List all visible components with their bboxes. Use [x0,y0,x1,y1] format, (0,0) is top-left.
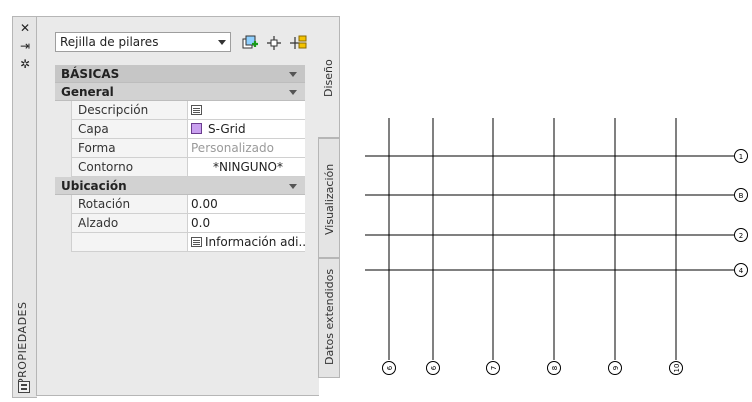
property-row-capa: Capa S-Grid [55,120,305,139]
object-type-value: Rejilla de pilares [60,35,159,49]
settings-icon[interactable]: ✲ [17,57,33,71]
grid-column-label: 6 [430,365,438,370]
close-icon[interactable]: ✕ [17,21,33,35]
collapse-caret-icon [289,72,297,77]
property-row-forma: Forma Personalizado [55,139,305,158]
property-value-alzado[interactable]: 0.0 [187,214,305,233]
section-ubicacion[interactable]: Ubicación [55,177,305,195]
property-grid: BÁSICAS General Descripción Capa S-Grid … [55,65,305,252]
grid-row-label: 2 [739,232,743,240]
palette-title-strip: ✕ ⇥ ✲ PROPIEDADES [12,16,37,398]
doc-icon [191,237,202,247]
additional-info-button[interactable]: Información adi... [187,233,305,252]
pickadd-icon[interactable] [265,34,283,52]
property-row-rotacion: Rotación 0.00 [55,195,305,214]
layer-color-swatch [191,123,202,134]
grid-column-label: 8 [551,366,559,370]
doc-icon[interactable] [191,105,202,115]
autohide-icon[interactable]: ⇥ [17,39,33,53]
property-row-alzado: Alzado 0.0 [55,214,305,233]
properties-panel-icon[interactable] [18,381,30,393]
grid-row-label: B [739,192,744,200]
grid-column-label: 10 [673,364,681,373]
grid-row-label: 4 [739,267,744,275]
property-row-descripcion: Descripción [55,101,305,120]
chevron-down-icon [218,40,226,45]
grid-column-label: 7 [490,366,498,370]
drawing-canvas[interactable]: 1 B 2 4 6 6 7 8 9 10 [340,0,752,402]
property-value-forma: Personalizado [187,139,305,158]
tab-visualizacion[interactable]: Visualización [318,138,340,258]
property-row-contorno: Contorno *NINGUNO* [55,158,305,177]
properties-panel: Rejilla de pilares BÁSICAS General Descr… [36,16,319,396]
tab-diseno[interactable]: Diseño [318,16,340,138]
tab-datos-extendidos[interactable]: Datos extendidos [318,258,340,378]
grid-column-label: 6 [386,365,394,370]
collapse-caret-icon [289,184,297,189]
property-value-rotacion[interactable]: 0.00 [187,195,305,214]
property-value-contorno[interactable]: *NINGUNO* [187,158,305,177]
property-value-capa[interactable]: S-Grid [187,120,305,139]
add-selection-icon[interactable] [241,34,259,52]
quick-select-icon[interactable] [289,34,307,52]
palette-title: PROPIEDADES [16,301,29,385]
property-value-descripcion[interactable] [187,101,305,120]
collapse-caret-icon [289,90,297,95]
property-row-info: Información adi... [55,233,305,252]
grid-column-label: 9 [612,366,620,370]
grid-row-label: 1 [739,153,743,161]
section-basicas[interactable]: BÁSICAS [55,65,305,83]
object-type-select[interactable]: Rejilla de pilares [55,32,231,52]
section-general[interactable]: General [55,83,305,101]
